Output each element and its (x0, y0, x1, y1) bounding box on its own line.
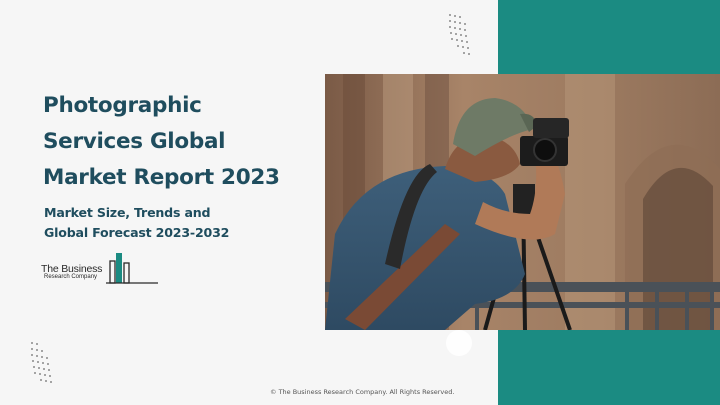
logo-bars-icon (106, 253, 158, 284)
dot-pattern-bottom (31, 342, 52, 383)
copyright-footer: © The Business Research Company. All Rig… (270, 388, 455, 396)
teal-accent-block-bottom (498, 330, 720, 405)
photographer-photo (325, 74, 720, 330)
decorative-circle (446, 330, 472, 356)
title-line-1: Photographic (43, 93, 202, 118)
subtitle-line-1: Market Size, Trends and (44, 205, 211, 220)
logo-subtitle: Research Company (44, 274, 98, 280)
teal-accent-block-top (498, 0, 720, 74)
subtitle-line-2: Global Forecast 2023-2032 (44, 225, 230, 240)
title-line-2: Services Global (43, 129, 226, 154)
report-cover-slide: Photographic Services Global Market Repo… (0, 0, 720, 405)
dot-pattern-top (449, 14, 470, 55)
report-title: Photographic Services Global Market Repo… (43, 88, 333, 196)
company-logo: The Business Research Company (40, 247, 160, 287)
title-line-3: Market Report 2023 (43, 165, 280, 190)
report-subtitle: Market Size, Trends and Global Forecast … (44, 203, 304, 243)
